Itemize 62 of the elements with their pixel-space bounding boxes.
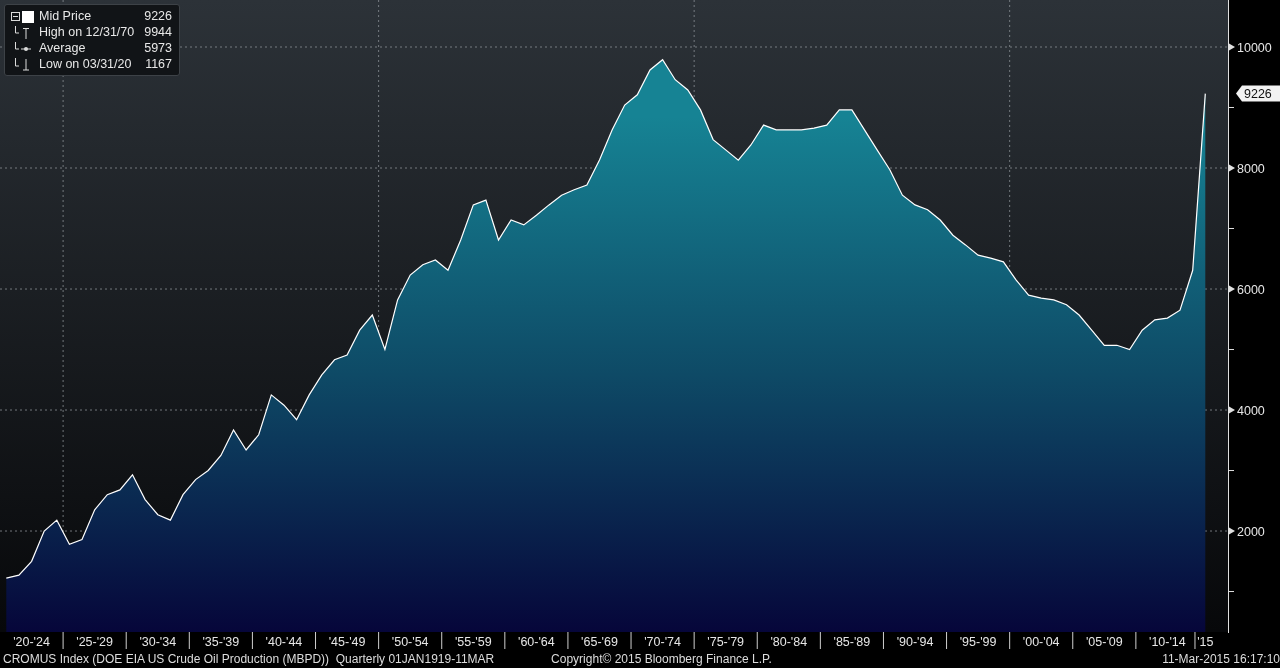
tick-line [125, 631, 127, 650]
tick-line [819, 631, 821, 650]
legend-value: 9944 [143, 25, 173, 40]
tick-line [1227, 349, 1235, 350]
tick-line [441, 631, 443, 650]
axis-label: '60-'64 [518, 635, 555, 649]
tick-line [378, 631, 380, 650]
tick-line [1227, 107, 1235, 108]
axis-label: '15 [1197, 635, 1214, 649]
axis-label: 6000 [1237, 282, 1265, 297]
axis-label: '80-'84 [770, 635, 808, 649]
axis-label: 8000 [1237, 161, 1265, 176]
axis-label: '55-'59 [454, 635, 492, 649]
axis-label: 2000 [1237, 524, 1265, 539]
tick-line [1194, 631, 1196, 650]
tick-line [630, 631, 632, 650]
legend-square-icon [11, 9, 35, 24]
axis-label: '00-'04 [1022, 635, 1060, 649]
tick-line [693, 631, 695, 650]
tick-line [315, 631, 316, 650]
axis-label: '20-'24 [13, 635, 50, 649]
tick-line [946, 631, 948, 650]
legend-value: 5973 [143, 41, 173, 56]
axis-label: '90-'94 [896, 635, 934, 649]
legend-label: Average [39, 41, 87, 56]
tick-line [882, 631, 884, 650]
axis-label: '95-'99 [959, 635, 997, 649]
legend-label: High on 12/31/70 [39, 25, 135, 40]
tick-line [1135, 631, 1137, 650]
axis-label: 10000 [1237, 40, 1272, 55]
index-description: CROMUS Index (DOE EIA US Crude Oil Production (MBPD)) Quarterly 01JAN1919-11MAR [3, 652, 496, 666]
axis-label: '40-'44 [265, 635, 303, 649]
tick-line [1227, 470, 1235, 471]
tick-line [1009, 631, 1011, 650]
timestamp: 11-Mar-2015 16:17:10 [1162, 652, 1280, 666]
tick-line [1072, 631, 1074, 650]
axis-label: '70-'74 [644, 635, 681, 649]
tick-line [567, 631, 569, 650]
axis-label: '35-'39 [202, 635, 240, 649]
axis-label: '30-'34 [139, 635, 177, 649]
tick-line [188, 631, 190, 650]
copyright-text: Copyright© 2015 Bloomberg Finance L.P. [550, 652, 772, 666]
axis-label: '05-'09 [1085, 635, 1123, 649]
last-value-label: 9226 [1236, 85, 1280, 102]
tick-line [756, 631, 758, 650]
tick-line [504, 631, 506, 650]
axis-label: '50-'54 [391, 635, 429, 649]
tick-line [1227, 228, 1235, 229]
axis-label: '75-'79 [707, 635, 745, 649]
axis-label: 4000 [1237, 403, 1265, 418]
legend-label: Low on 03/31/20 [39, 57, 133, 72]
legend-value: 9226 [143, 9, 173, 24]
axis-label: '45-'49 [328, 635, 366, 649]
tick-line [1227, 591, 1235, 592]
legend-label: Mid Price [39, 9, 93, 24]
axis-label: '25-'29 [76, 635, 114, 649]
axis-label: '65-'69 [581, 635, 618, 649]
tick-line [62, 631, 64, 650]
legend-value: 1167 [144, 57, 173, 72]
axis-label: '85-'89 [833, 635, 871, 649]
tick-line [251, 631, 253, 650]
axis-label: '10-'14 [1149, 635, 1186, 649]
